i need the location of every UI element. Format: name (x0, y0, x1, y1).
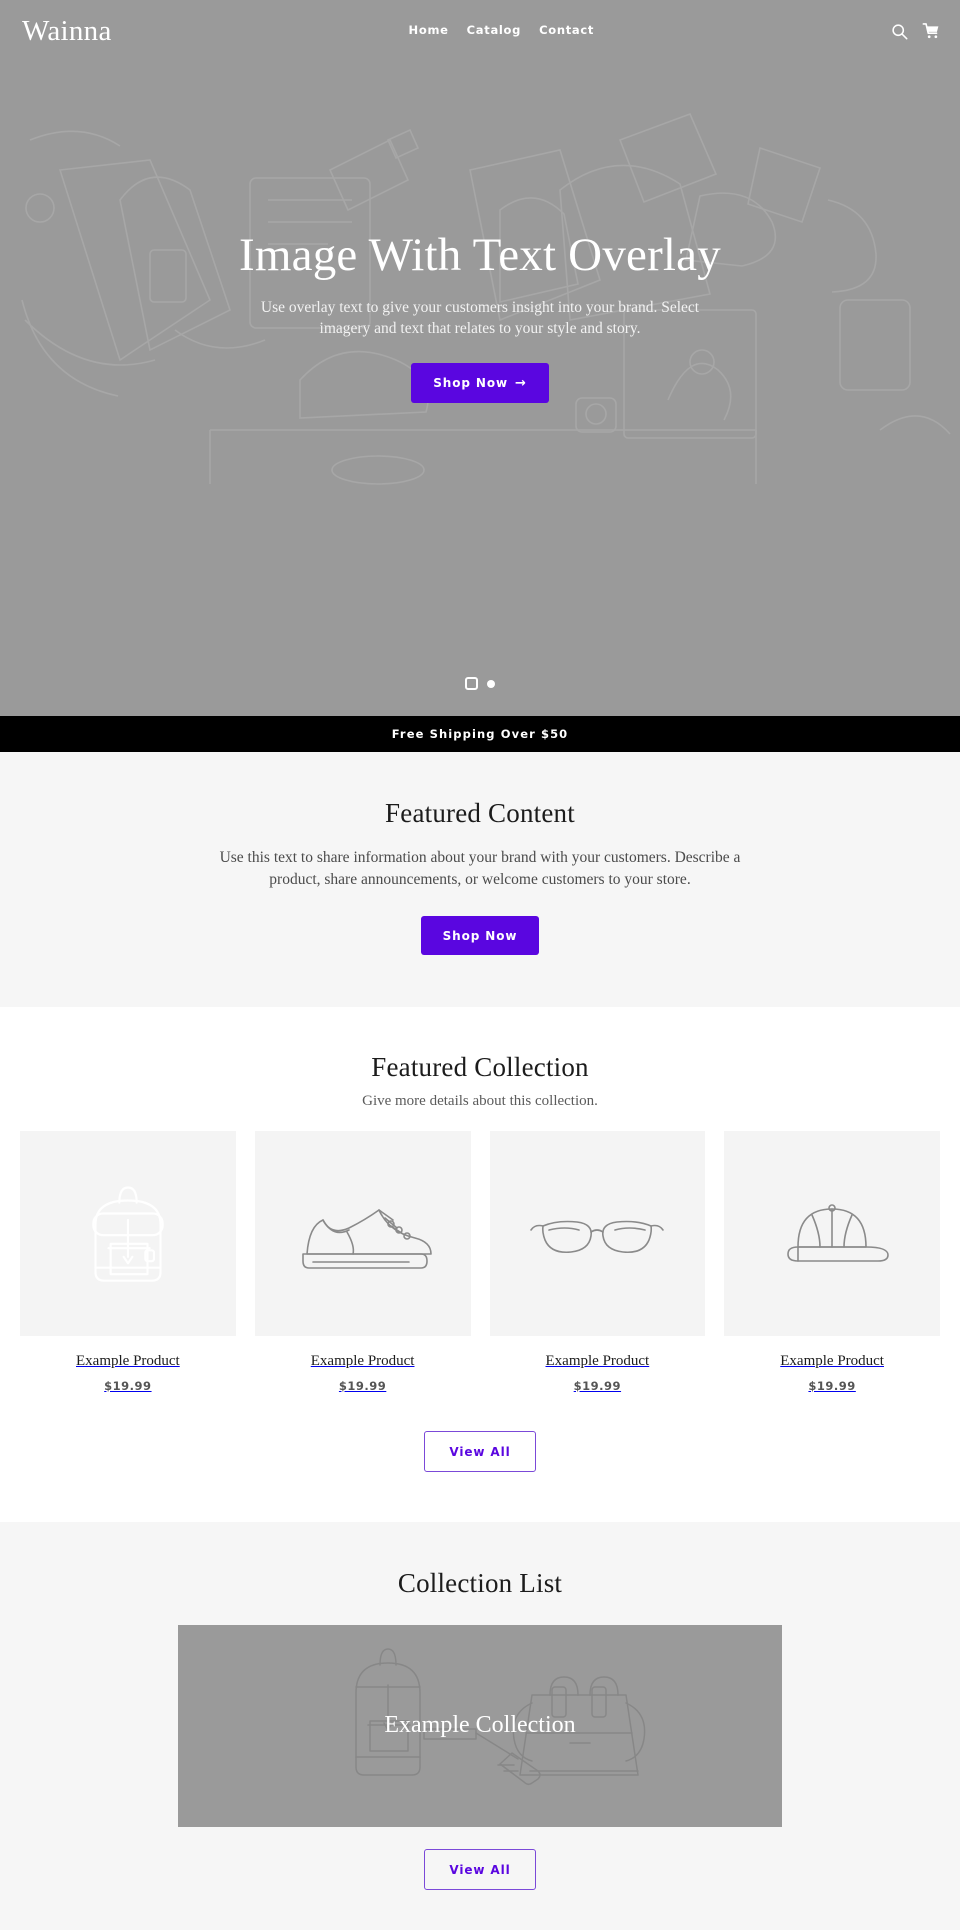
nav-link-catalog[interactable]: Catalog (467, 25, 521, 37)
slideshow-dot-2[interactable] (487, 679, 495, 688)
announcement-bar: Free Shipping Over $50 (0, 716, 960, 752)
slideshow-dot-1[interactable] (465, 677, 478, 690)
featured-collection-subtitle: Give more details about this collection. (362, 1092, 598, 1109)
product-card[interactable]: Example Product $19.99 (20, 1130, 236, 1393)
product-title: Example Product (76, 1352, 180, 1369)
storefront-page: Wainna Home Catalog Contact Image With T… (0, 0, 960, 1930)
featured-collection-title: Featured Collection (371, 1051, 589, 1082)
product-card[interactable]: Example Product $19.99 (254, 1130, 471, 1393)
arrow-right-icon: → (514, 375, 527, 391)
product-card[interactable]: Example Product $19.99 (724, 1130, 940, 1393)
hero-title: Image With Text Overlay (239, 229, 721, 281)
collection-list-view-all-button[interactable]: View All (424, 1848, 536, 1890)
featured-content-title: Featured Content (385, 798, 575, 828)
product-media (489, 1130, 706, 1336)
product-price: $19.99 (573, 1378, 622, 1393)
main-navigation: Home Catalog Contact (112, 25, 891, 37)
collection-list-title: Collection List (397, 1567, 563, 1598)
product-price: $19.99 (808, 1378, 856, 1393)
featured-collection-section: Featured Collection Give more details ab… (0, 1006, 960, 1522)
backpack-placeholder-icon (92, 1186, 164, 1283)
featured-content-shop-now-button[interactable]: Shop Now (420, 915, 540, 955)
nav-link-home[interactable]: Home (409, 25, 449, 37)
collection-card[interactable]: Example Collection (178, 1624, 782, 1827)
announcement-text: Free Shipping Over $50 (391, 727, 569, 741)
product-media (254, 1130, 471, 1336)
site-logo[interactable]: Wainna (22, 16, 112, 46)
product-card[interactable]: Example Product $19.99 (489, 1130, 706, 1393)
hero-content: Image With Text Overlay Use overlay text… (0, 62, 960, 403)
slideshow-pagination (0, 677, 960, 690)
hero-subtitle: Use overlay text to give your customers … (260, 298, 700, 337)
collection-list-section: Collection List Example Collection View … (0, 1521, 960, 1930)
glasses-placeholder-icon (530, 1221, 665, 1254)
search-icon[interactable] (891, 23, 908, 40)
header-actions (891, 22, 940, 40)
product-price: $19.99 (338, 1378, 387, 1393)
nav-link-contact[interactable]: Contact (539, 25, 594, 37)
featured-content-cta-wrap: Shop Now (0, 915, 960, 955)
product-title: Example Product (310, 1352, 415, 1369)
hero-shop-now-button[interactable]: Shop Now → (411, 362, 549, 403)
cart-icon[interactable] (922, 22, 940, 40)
featured-content-body: Use this text to share information about… (219, 849, 741, 889)
product-price: $19.99 (104, 1378, 152, 1393)
hero-slideshow: Wainna Home Catalog Contact Image With T… (0, 0, 960, 716)
product-media (724, 1130, 940, 1336)
featured-collection-view-all-button[interactable]: View All (424, 1430, 536, 1472)
cap-placeholder-icon (787, 1204, 889, 1263)
featured-collection-cta-wrap: View All (0, 1430, 960, 1472)
collection-card-label: Example Collection (384, 1712, 576, 1739)
hero-cta-wrap: Shop Now → (0, 362, 960, 403)
hero-shop-now-label: Shop Now (433, 376, 508, 391)
featured-content-section: Featured Content Use this text to share … (0, 752, 960, 1007)
sneaker-placeholder-icon (301, 1209, 432, 1270)
product-media (20, 1130, 236, 1336)
product-title: Example Product (780, 1352, 884, 1369)
site-header: Wainna Home Catalog Contact (0, 0, 960, 62)
collection-list-cta-wrap: View All (0, 1848, 960, 1890)
product-title: Example Product (545, 1352, 650, 1369)
product-grid: Example Product $19.99 Example Product $… (0, 1130, 960, 1393)
